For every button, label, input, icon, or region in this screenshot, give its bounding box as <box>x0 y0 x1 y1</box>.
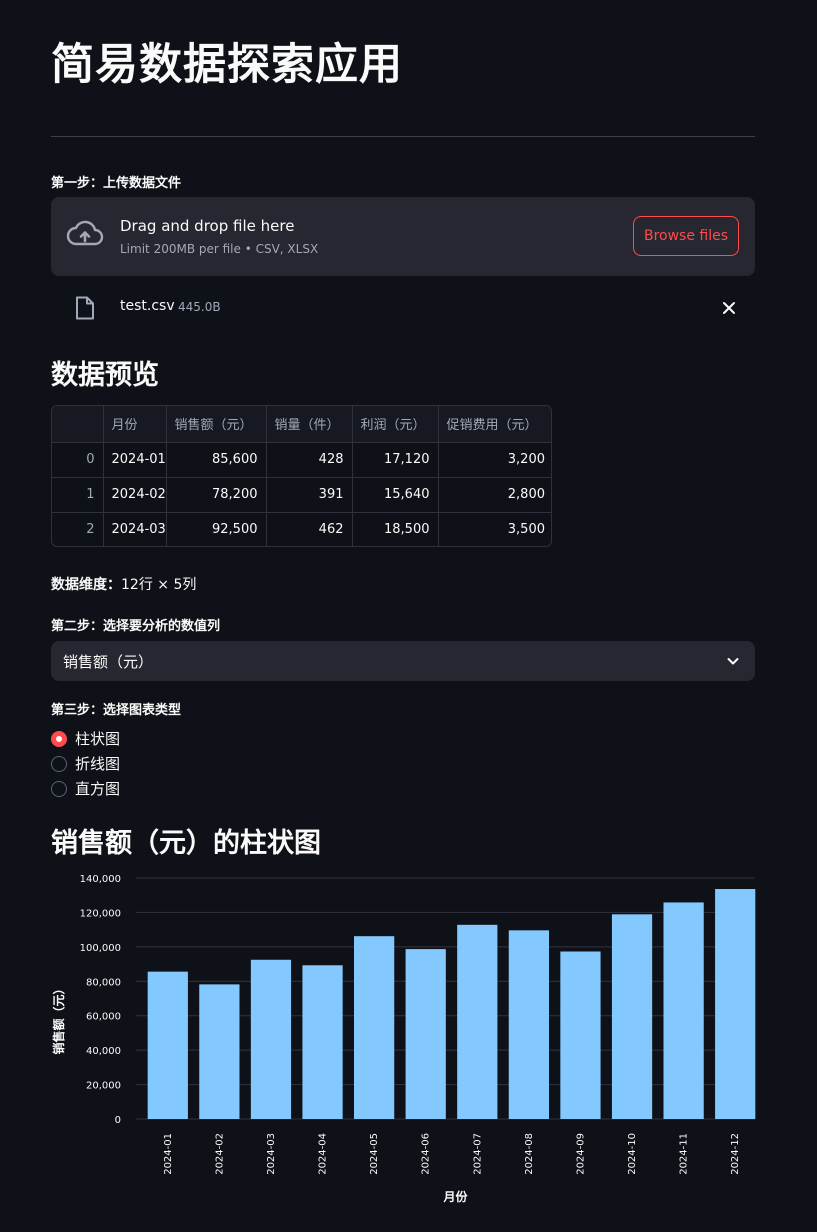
table-cell: 2024-02 <box>103 477 167 513</box>
column-header-month[interactable]: 月份 <box>103 406 167 443</box>
table-cell: 391 <box>266 477 353 513</box>
row-index: 1 <box>52 477 104 513</box>
row-index: 2 <box>52 512 104 546</box>
radio-label: 柱状图 <box>75 730 121 748</box>
x-tick-label: 2024-07 <box>472 1133 483 1175</box>
row-index: 0 <box>52 442 104 478</box>
x-tick-label: 2024-02 <box>214 1133 225 1175</box>
page-title: 简易数据探索应用 <box>51 40 403 90</box>
column-header-sales[interactable]: 销售额（元） <box>166 406 267 443</box>
radio-circle <box>51 731 67 747</box>
column-select-value: 销售额（元） <box>63 653 154 671</box>
chart-heading: 销售额（元）的柱状图 <box>51 828 321 859</box>
column-header-index[interactable] <box>52 406 104 443</box>
data-preview-table[interactable]: 月份 销售额（元） 销量（件） 利润（元） 促销费用（元） 0 2024-01 … <box>51 405 552 547</box>
chart-type-step-label: 第三步：选择图表类型 <box>51 703 182 718</box>
bar <box>611 914 653 1119</box>
y-tick-label: 0 <box>115 1115 121 1126</box>
y-tick-label: 100,000 <box>80 943 121 954</box>
table-cell: 2024-03 <box>103 512 167 546</box>
dropzone-limit: Limit 200MB per file • CSV, XLSX <box>120 242 319 256</box>
radio-circle <box>51 781 67 797</box>
column-header-quantity[interactable]: 销量（件） <box>266 406 353 443</box>
table-cell: 428 <box>266 442 353 478</box>
column-header-profit[interactable]: 利润（元） <box>352 406 439 443</box>
y-tick-label: 40,000 <box>86 1046 121 1057</box>
x-tick-label: 2024-06 <box>421 1133 432 1175</box>
cloud-upload-icon <box>66 220 104 246</box>
x-tick-label: 2024-01 <box>163 1133 174 1175</box>
table-row: 1 2024-02 78,200 391 15,640 2,800 <box>52 477 551 513</box>
column-step-label: 第二步：选择要分析的数值列 <box>51 619 221 634</box>
x-tick-label: 2024-12 <box>730 1133 741 1175</box>
title-divider <box>51 136 755 137</box>
table-row: 2 2024-03 92,500 462 18,500 3,500 <box>52 512 551 546</box>
table-cell: 2024-01 <box>103 442 167 478</box>
table-cell: 92,500 <box>166 512 267 546</box>
bar <box>715 889 756 1119</box>
dims-label: 数据维度： <box>51 577 121 593</box>
bar <box>560 951 601 1119</box>
table-cell: 2,800 <box>438 477 551 513</box>
column-select[interactable]: 销售额（元） <box>51 641 755 681</box>
file-name: test.csv <box>120 298 175 314</box>
bar <box>302 965 343 1119</box>
bar <box>199 984 240 1119</box>
file-size: 445.0B <box>178 300 221 314</box>
bar <box>147 971 188 1119</box>
table-cell: 78,200 <box>166 477 267 513</box>
file-icon <box>76 296 94 320</box>
dropzone-instructions: Drag and drop file here <box>120 217 295 235</box>
radio-circle <box>51 756 67 772</box>
radio-label: 直方图 <box>75 780 121 798</box>
remove-file-close-icon[interactable] <box>719 298 739 318</box>
table-cell: 3,200 <box>438 442 551 478</box>
table-cell: 18,500 <box>352 512 439 546</box>
data-dimensions: 数据维度：12行 × 5列 <box>51 574 196 594</box>
x-tick-label: 2024-10 <box>627 1133 638 1175</box>
browse-files-button[interactable]: Browse files <box>633 216 739 256</box>
bar <box>405 949 446 1119</box>
bar <box>457 924 498 1119</box>
y-tick-label: 20,000 <box>86 1081 121 1092</box>
y-axis-title: 销售额（元） <box>51 982 66 1054</box>
y-tick-label: 140,000 <box>80 874 121 885</box>
x-tick-label: 2024-04 <box>318 1133 329 1175</box>
radio-label: 折线图 <box>75 755 121 773</box>
table-header-row: 月份 销售额（元） 销量（件） 利润（元） 促销费用（元） <box>52 406 551 443</box>
sales-bar-chart: 0 20,000 40,000 60,000 80,000 100,000 120,000 1… <box>51 874 756 1204</box>
table-row: 0 2024-01 85,600 428 17,120 3,200 <box>52 442 551 478</box>
chevron-down-icon <box>727 658 739 665</box>
y-tick-label: 60,000 <box>86 1012 121 1023</box>
bar <box>250 959 292 1119</box>
table-cell: 17,120 <box>352 442 439 478</box>
column-header-promo[interactable]: 促销费用（元） <box>438 406 551 443</box>
table-cell: 462 <box>266 512 353 546</box>
x-axis-title: 月份 <box>442 1189 468 1204</box>
bar <box>508 930 549 1119</box>
x-tick-label: 2024-11 <box>679 1133 690 1175</box>
dims-value: 12行 × 5列 <box>121 577 197 593</box>
y-tick-label: 120,000 <box>80 908 121 919</box>
table-cell: 85,600 <box>166 442 267 478</box>
bar <box>663 902 704 1119</box>
app-page: 简易数据探索应用 第一步：上传数据文件 Drag and drop file h… <box>0 0 817 1232</box>
uploaded-file: test.csv 445.0B <box>51 288 755 328</box>
file-dropzone[interactable]: Drag and drop file here Limit 200MB per … <box>51 197 755 276</box>
bar <box>354 936 395 1119</box>
y-tick-label: 80,000 <box>86 977 121 988</box>
x-tick-label: 2024-09 <box>575 1133 586 1175</box>
x-tick-label: 2024-05 <box>369 1133 380 1175</box>
preview-heading: 数据预览 <box>51 360 159 391</box>
x-tick-label: 2024-03 <box>266 1133 277 1175</box>
table-cell: 15,640 <box>352 477 439 513</box>
table-cell: 3,500 <box>507 522 545 538</box>
upload-step-label: 第一步：上传数据文件 <box>51 176 182 191</box>
x-tick-label: 2024-08 <box>524 1133 535 1175</box>
